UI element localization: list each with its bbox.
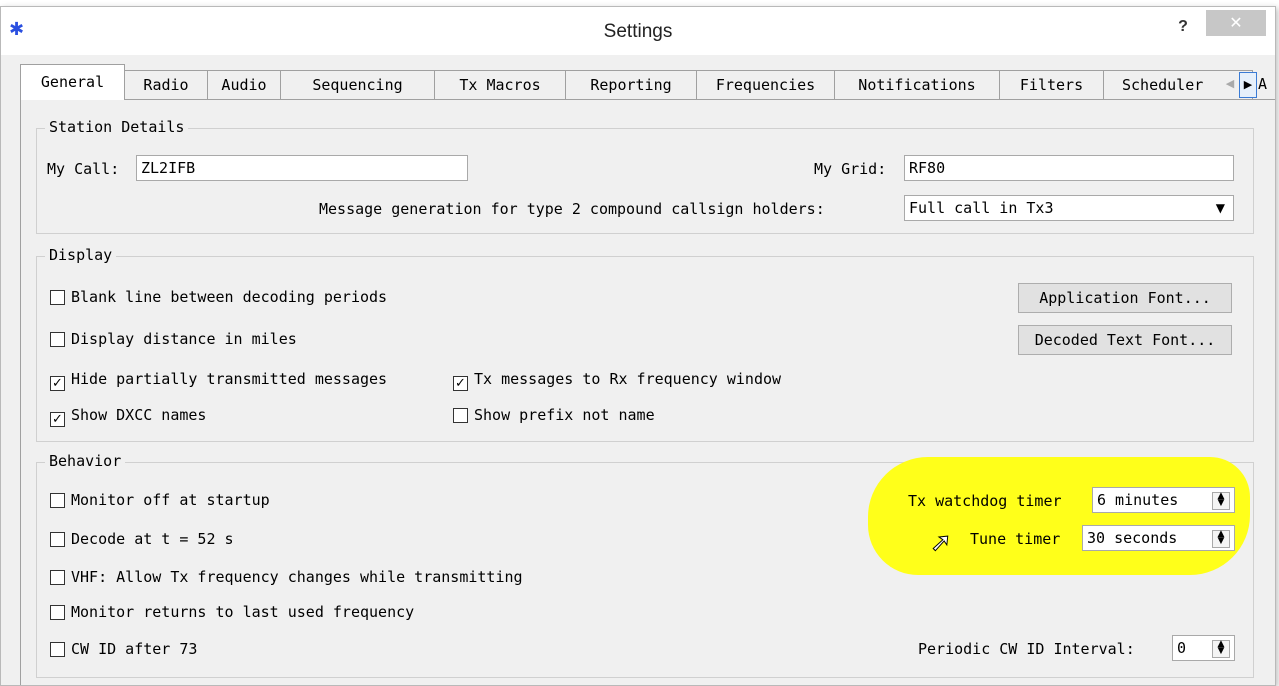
checkmark-icon: ✓ <box>453 376 468 391</box>
checkbox-box <box>50 532 65 547</box>
checkbox-box <box>50 642 65 657</box>
distance-miles-checkbox[interactable]: Display distance in miles <box>50 329 297 349</box>
tx-to-rx-label: Tx messages to Rx frequency window <box>474 370 782 388</box>
cw-id-checkbox[interactable]: CW ID after 73 <box>50 639 197 659</box>
my-grid-input[interactable]: RF80 <box>904 155 1234 181</box>
spin-arrows-icon[interactable]: ▲ ▼ <box>1212 640 1230 658</box>
checkbox-box <box>50 570 65 585</box>
tab-reporting[interactable]: Reporting <box>565 70 697 99</box>
tab-notifications[interactable]: Notifications <box>834 70 1000 99</box>
vhf-allow-label: VHF: Allow Tx frequency changes while tr… <box>71 568 523 586</box>
tune-timer-label: Tune timer <box>970 530 1061 548</box>
blank-line-checkbox[interactable]: Blank line between decoding periods <box>50 287 387 307</box>
periodic-cw-label: Periodic CW ID Interval: <box>918 640 1135 658</box>
my-grid-label: My Grid: <box>814 160 887 178</box>
monitor-off-label: Monitor off at startup <box>71 491 270 509</box>
msg-gen-value: Full call in Tx3 <box>909 199 1054 217</box>
tab-scroll-arrows: ◀ ▶ A <box>1222 70 1274 98</box>
application-font-button[interactable]: Application Font... <box>1018 283 1232 313</box>
tx-watchdog-label: Tx watchdog timer <box>908 492 1062 510</box>
window-title: Settings <box>603 21 673 42</box>
station-details-title: Station Details <box>45 118 189 136</box>
mouse-cursor-icon: ➚ <box>930 528 953 559</box>
vhf-allow-checkbox[interactable]: VHF: Allow Tx frequency changes while tr… <box>50 567 523 587</box>
hide-partial-label: Hide partially transmitted messages <box>71 370 388 388</box>
hide-partial-checkbox[interactable]: ✓ Hide partially transmitted messages <box>50 369 388 391</box>
tune-timer-spinbox[interactable]: 30 seconds ▲ ▼ <box>1082 525 1235 551</box>
checkbox-box <box>50 332 65 347</box>
tx-watchdog-value: 6 minutes <box>1097 491 1179 509</box>
chevron-down-icon: ▼ <box>1215 201 1225 215</box>
tab-tx-macros[interactable]: Tx Macros <box>434 70 566 99</box>
spin-arrows-icon[interactable]: ▲ ▼ <box>1212 530 1230 548</box>
tab-sequencing[interactable]: Sequencing <box>280 70 435 99</box>
tab-audio[interactable]: Audio <box>207 70 281 99</box>
monitor-returns-checkbox[interactable]: Monitor returns to last used frequency <box>50 602 414 622</box>
tab-scroll-right-icon[interactable]: ▶ <box>1239 72 1257 98</box>
cw-id-label: CW ID after 73 <box>71 640 198 658</box>
decoded-text-font-button[interactable]: Decoded Text Font... <box>1018 325 1232 355</box>
checkbox-box <box>453 408 468 423</box>
tab-filters[interactable]: Filters <box>999 70 1104 99</box>
blank-line-label: Blank line between decoding periods <box>71 288 388 306</box>
decode-at-checkbox[interactable]: Decode at t = 52 s <box>50 529 234 549</box>
msg-gen-select[interactable]: Full call in Tx3 ▼ <box>904 195 1234 221</box>
msg-gen-label: Message generation for type 2 compound c… <box>319 200 825 218</box>
checkmark-icon: ✓ <box>50 376 65 391</box>
my-call-input[interactable]: ZL2IFB <box>136 155 468 181</box>
monitor-off-checkbox[interactable]: Monitor off at startup <box>50 490 270 510</box>
my-call-label: My Call: <box>47 160 120 178</box>
tab-general[interactable]: General <box>20 64 125 100</box>
title-bar: ✱ Settings ? ✕ <box>1 7 1275 55</box>
help-button[interactable]: ? <box>1169 13 1197 41</box>
tune-timer-value: 30 seconds <box>1087 529 1178 547</box>
checkbox-box <box>50 493 65 508</box>
tx-watchdog-spinbox[interactable]: 6 minutes ▲ ▼ <box>1092 487 1235 513</box>
close-button[interactable]: ✕ <box>1206 10 1266 36</box>
tab-bar: General Radio Audio Sequencing Tx Macros… <box>20 64 1274 100</box>
decode-at-label: Decode at t = 52 s <box>71 530 234 548</box>
show-dxcc-checkbox[interactable]: ✓ Show DXCC names <box>50 405 207 427</box>
show-dxcc-label: Show DXCC names <box>71 406 207 424</box>
tab-radio[interactable]: Radio <box>124 70 208 99</box>
show-prefix-label: Show prefix not name <box>474 406 655 424</box>
tab-scroll-left-icon[interactable]: ◀ <box>1222 72 1238 96</box>
yellow-highlight <box>868 457 1250 575</box>
monitor-returns-label: Monitor returns to last used frequency <box>71 603 415 621</box>
tab-frequencies[interactable]: Frequencies <box>696 70 835 99</box>
spin-arrows-icon[interactable]: ▲ ▼ <box>1212 492 1230 510</box>
behavior-title: Behavior <box>45 452 126 470</box>
checkbox-box <box>50 605 65 620</box>
checkbox-box <box>50 290 65 305</box>
distance-miles-label: Display distance in miles <box>71 330 297 348</box>
periodic-cw-spinbox[interactable]: 0 ▲ ▼ <box>1172 635 1235 661</box>
display-title: Display <box>45 246 117 264</box>
checkmark-icon: ✓ <box>50 412 65 427</box>
tab-cut-label: A <box>1258 75 1268 93</box>
tx-to-rx-checkbox[interactable]: ✓ Tx messages to Rx frequency window <box>453 369 782 391</box>
periodic-cw-value: 0 <box>1177 639 1187 657</box>
show-prefix-checkbox[interactable]: Show prefix not name <box>453 405 655 425</box>
